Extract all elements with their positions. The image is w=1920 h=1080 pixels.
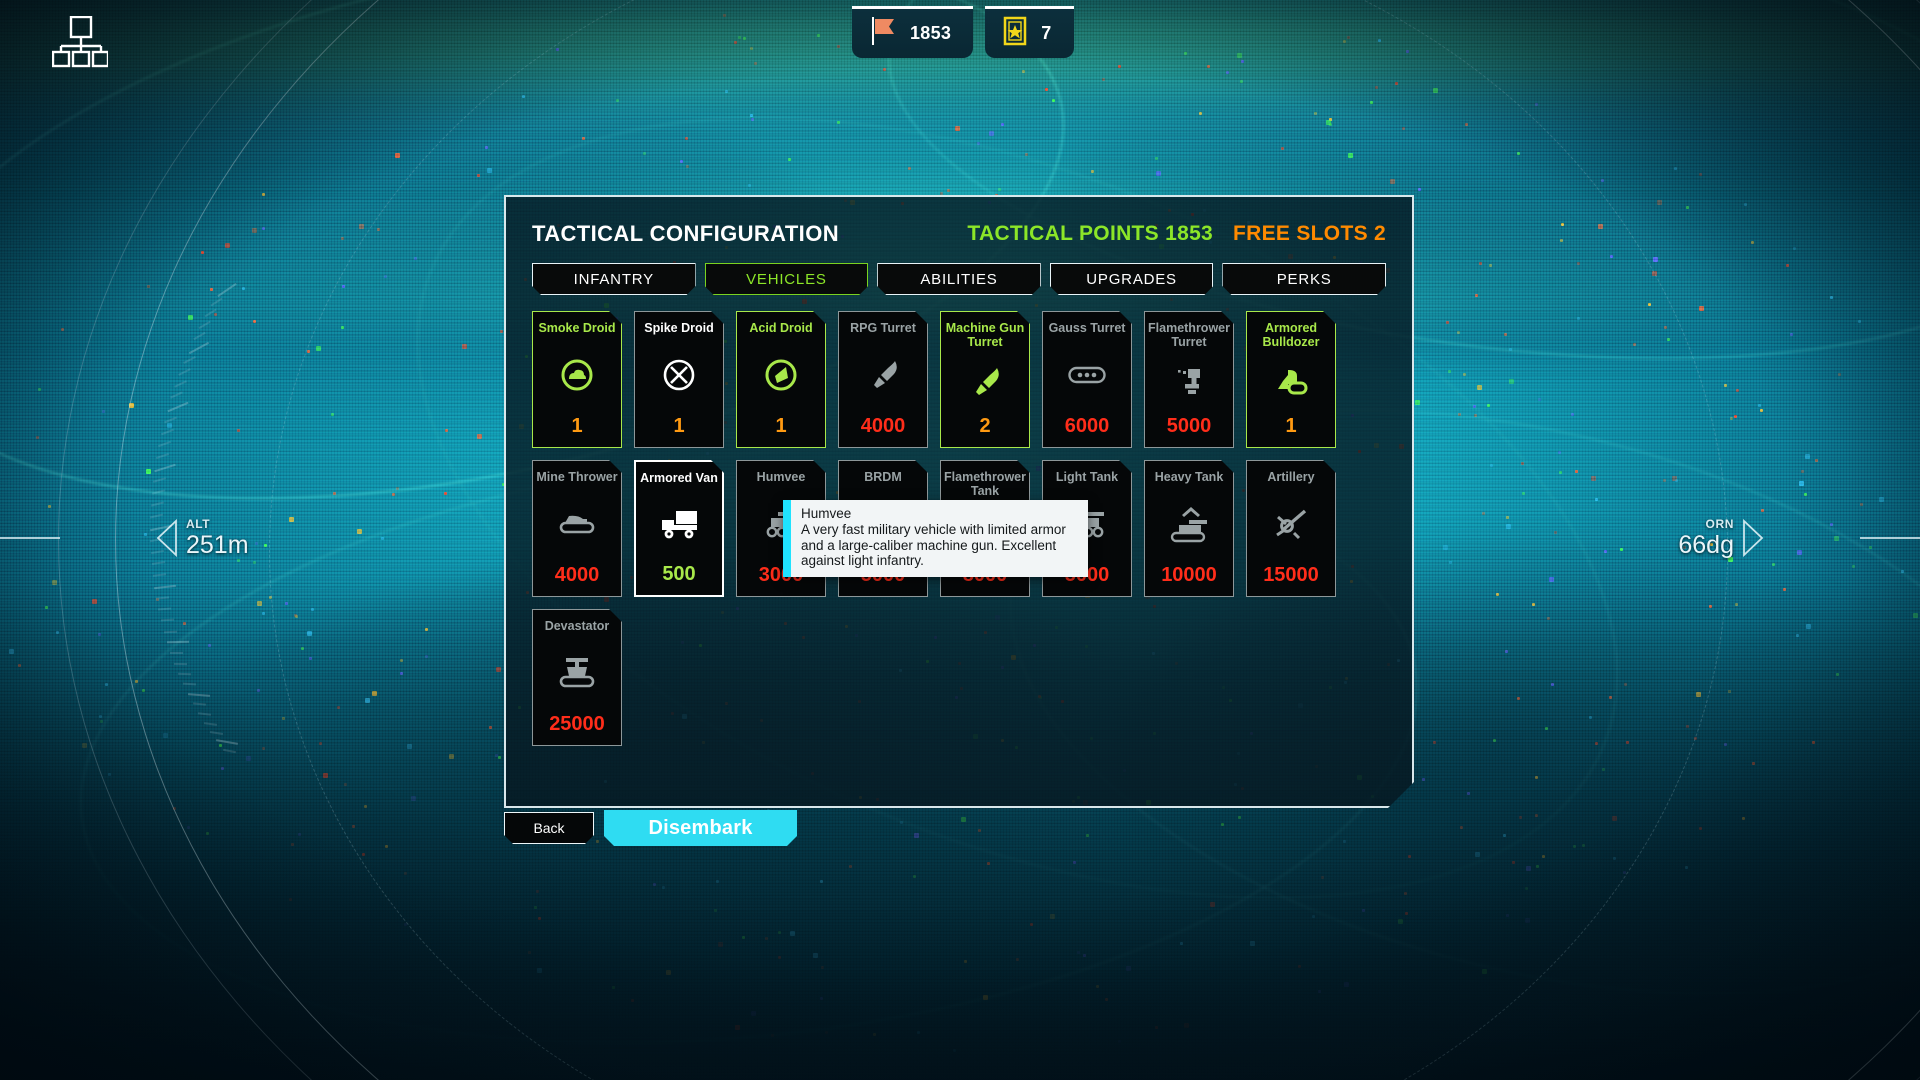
medal-card-icon (1003, 16, 1027, 51)
smoke-droid-icon (533, 335, 621, 415)
unit-card[interactable]: Devastator 25000 (532, 609, 622, 746)
orientation-indicator: ORN 66dg (1678, 518, 1764, 558)
unit-tooltip: Humvee A very fast military vehicle with… (783, 500, 1088, 577)
game-screen: 1853 7 ALT 251m ORN (0, 0, 1920, 1080)
unit-card[interactable]: Mine Thrower 4000 (532, 460, 622, 597)
triangle-right-icon (1742, 519, 1764, 557)
tab-perks[interactable]: PERKS (1222, 263, 1386, 295)
tab-vehicles[interactable]: VEHICLES (705, 263, 869, 295)
unit-card-value: 4000 (555, 564, 600, 596)
unit-card[interactable]: Acid Droid 1 (736, 311, 826, 448)
unit-card[interactable]: Smoke Droid 1 (532, 311, 622, 448)
tactical-points-value: 1853 (910, 23, 951, 44)
orientation-value: 66dg (1678, 533, 1734, 558)
unit-card-name: Mine Thrower (534, 470, 620, 484)
unit-card-name: Flamethrower Tank (942, 470, 1028, 498)
flag-icon (870, 16, 896, 51)
unit-card-name: BRDM (840, 470, 926, 484)
unit-card-name: Machine Gun Turret (942, 321, 1028, 349)
unit-card[interactable]: Armored Van 500 (634, 460, 724, 597)
unit-card-value: 10000 (1161, 564, 1217, 596)
acid-droid-icon (737, 335, 825, 415)
unit-card-name: Flamethrower Turret (1146, 321, 1232, 349)
tactical-points-badge[interactable]: 1853 (852, 6, 973, 58)
medal-badge[interactable]: 7 (985, 6, 1073, 58)
tooltip-body: A very fast military vehicle with limite… (801, 522, 1078, 569)
flamethrower-turret-icon (1145, 349, 1233, 415)
altitude-indicator: ALT 251m (156, 518, 249, 558)
medal-value: 7 (1041, 23, 1051, 44)
unit-card-name: Devastator (534, 619, 620, 633)
unit-card-value: 4000 (861, 415, 906, 447)
tab-abilities[interactable]: ABILITIES (877, 263, 1041, 295)
hud-left-line (0, 537, 60, 539)
unit-card[interactable]: Flamethrower Turret 5000 (1144, 311, 1234, 448)
unit-card-name: Acid Droid (738, 321, 824, 335)
rpg-turret-icon (839, 335, 927, 415)
unit-card-value: 500 (662, 563, 695, 595)
unit-card-name: Humvee (738, 470, 824, 484)
mine-thrower-icon (533, 484, 621, 564)
unit-card-value: 1 (571, 415, 582, 447)
unit-card-name: Spike Droid (636, 321, 722, 335)
unit-card[interactable]: Armored Bulldozer 1 (1246, 311, 1336, 448)
unit-card-name: Armored Van (636, 471, 722, 485)
tactical-points-stat: TACTICAL POINTS 1853 (967, 222, 1213, 246)
tab-infantry[interactable]: INFANTRY (532, 263, 696, 295)
unit-card-value: 2 (979, 415, 990, 447)
unit-card-name: Artillery (1248, 470, 1334, 484)
unit-card[interactable]: Artillery 15000 (1246, 460, 1336, 597)
armored-bulldozer-icon (1247, 349, 1335, 415)
unit-card[interactable]: Machine Gun Turret 2 (940, 311, 1030, 448)
devastator-icon (533, 633, 621, 713)
hud-resource-badges: 1853 7 (852, 6, 1074, 58)
panel-footer: Back Disembark (504, 810, 797, 846)
gauss-turret-icon (1043, 335, 1131, 415)
category-tabs: INFANTRY VEHICLESABILITIES UPGRADESPERKS (506, 247, 1412, 295)
back-button[interactable]: Back (504, 812, 594, 844)
machine-gun-turret-icon (941, 349, 1029, 415)
altitude-value: 251m (186, 533, 249, 558)
unit-card-name: Armored Bulldozer (1248, 321, 1334, 349)
free-slots-stat: FREE SLOTS 2 (1233, 222, 1386, 246)
radar-tick-marks (120, 150, 250, 710)
unit-card-value: 25000 (549, 713, 605, 745)
unit-card-name: Light Tank (1044, 470, 1130, 484)
unit-card-value: 1 (1285, 415, 1296, 447)
unit-card-name: Heavy Tank (1146, 470, 1232, 484)
panel-header: TACTICAL CONFIGURATION TACTICAL POINTS 1… (506, 197, 1412, 247)
unit-card-name: Smoke Droid (534, 321, 620, 335)
hierarchy-icon[interactable] (52, 16, 108, 73)
tooltip-title: Humvee (801, 506, 1078, 522)
unit-card-value: 15000 (1263, 564, 1319, 596)
heavy-tank-icon (1145, 484, 1233, 564)
altitude-label: ALT (186, 518, 249, 530)
triangle-left-icon (156, 519, 178, 557)
artillery-icon (1247, 484, 1335, 564)
unit-card-value: 5000 (1167, 415, 1212, 447)
panel-stats: TACTICAL POINTS 1853 FREE SLOTS 2 (967, 222, 1386, 246)
page-title: TACTICAL CONFIGURATION (532, 221, 839, 247)
unit-card-name: RPG Turret (840, 321, 926, 335)
orientation-label: ORN (1678, 518, 1734, 530)
armored-van-icon (636, 485, 722, 563)
unit-card-name: Gauss Turret (1044, 321, 1130, 335)
unit-card-value: 1 (775, 415, 786, 447)
hud-right-line (1860, 537, 1920, 539)
unit-card[interactable]: Gauss Turret 6000 (1042, 311, 1132, 448)
spike-droid-icon (635, 335, 723, 415)
unit-card[interactable]: Spike Droid 1 (634, 311, 724, 448)
unit-card-value: 6000 (1065, 415, 1110, 447)
unit-card-value: 1 (673, 415, 684, 447)
tab-upgrades[interactable]: UPGRADES (1050, 263, 1214, 295)
unit-card[interactable]: RPG Turret 4000 (838, 311, 928, 448)
unit-card[interactable]: Heavy Tank 10000 (1144, 460, 1234, 597)
disembark-button[interactable]: Disembark (604, 810, 797, 846)
